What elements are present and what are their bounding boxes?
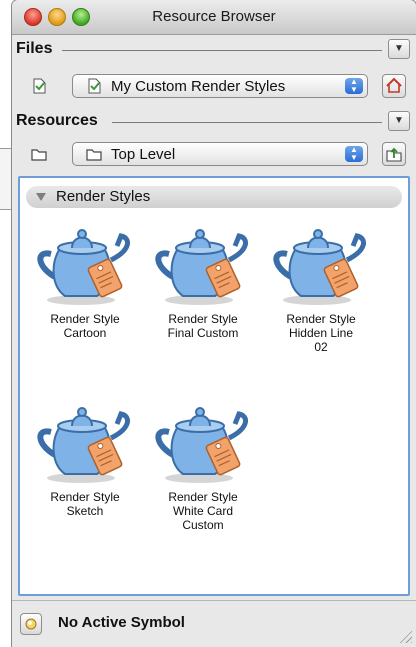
render-style-item[interactable]: Render Style Cartoon [30, 220, 140, 340]
symbol-button[interactable] [20, 613, 42, 635]
chevron-updown-icon: ▲ ▼ [345, 146, 363, 162]
teapot-icon [37, 229, 130, 305]
files-row: My Custom Render Styles ▲ ▼ [12, 72, 416, 102]
home-button[interactable] [382, 74, 406, 98]
resource-browser-window: Resource Browser Files ▼ My Custom Rende… [12, 0, 416, 647]
teapot-icon [155, 407, 248, 483]
home-icon [386, 77, 402, 93]
symbol-icon [25, 618, 37, 630]
divider [112, 122, 382, 123]
folder-icon [31, 149, 47, 161]
window-title: Resource Browser [152, 8, 276, 25]
resources-label: Resources [16, 112, 104, 130]
render-style-item[interactable]: Render Style Final Custom [148, 220, 258, 340]
file-select-value: My Custom Render Styles [111, 78, 286, 95]
disclosure-triangle-icon[interactable] [36, 193, 46, 201]
render-style-item[interactable]: Render Style Sketch [30, 398, 140, 518]
item-label: Render Style Sketch [50, 490, 120, 518]
file-select[interactable]: My Custom Render Styles ▲ ▼ [72, 74, 368, 98]
resources-menu-button[interactable]: ▼ [388, 111, 410, 131]
files-menu-button[interactable]: ▼ [388, 39, 410, 59]
files-section-header: Files ▼ [12, 36, 416, 62]
document-icon [33, 78, 46, 94]
resize-grip[interactable] [398, 629, 412, 643]
teapot-icon [155, 229, 248, 305]
title-bar[interactable]: Resource Browser [12, 0, 416, 35]
render-style-item[interactable]: Render Style Hidden Line 02 [266, 220, 376, 354]
item-label: Render Style Cartoon [50, 312, 120, 340]
status-bar: No Active Symbol [12, 600, 416, 647]
render-styles-group-header[interactable]: Render Styles [26, 186, 402, 208]
teapot-icon [273, 229, 366, 305]
resources-row: Top Level ▲ ▼ [12, 140, 416, 170]
up-folder-button[interactable] [382, 142, 406, 166]
group-label: Render Styles [56, 188, 151, 205]
chevron-updown-icon: ▲ ▼ [345, 78, 363, 94]
files-label: Files [16, 40, 59, 58]
resource-level-select[interactable]: Top Level ▲ ▼ [72, 142, 368, 166]
resource-grid[interactable]: Render Styles Render Style Cartoon Rende… [18, 176, 410, 596]
item-label: Render Style Final Custom [167, 312, 239, 340]
document-icon [88, 78, 101, 94]
folder-icon [86, 149, 102, 161]
folder-up-icon [386, 147, 402, 162]
divider [62, 50, 382, 51]
item-label: Render Style White Card Custom [168, 490, 238, 532]
active-symbol-status: No Active Symbol [58, 614, 185, 631]
resource-level-value: Top Level [111, 146, 176, 163]
resources-section-header: Resources ▼ [12, 108, 416, 134]
item-label: Render Style Hidden Line 02 [286, 312, 356, 354]
teapot-icon [37, 407, 130, 483]
render-style-item[interactable]: Render Style White Card Custom [148, 398, 258, 532]
